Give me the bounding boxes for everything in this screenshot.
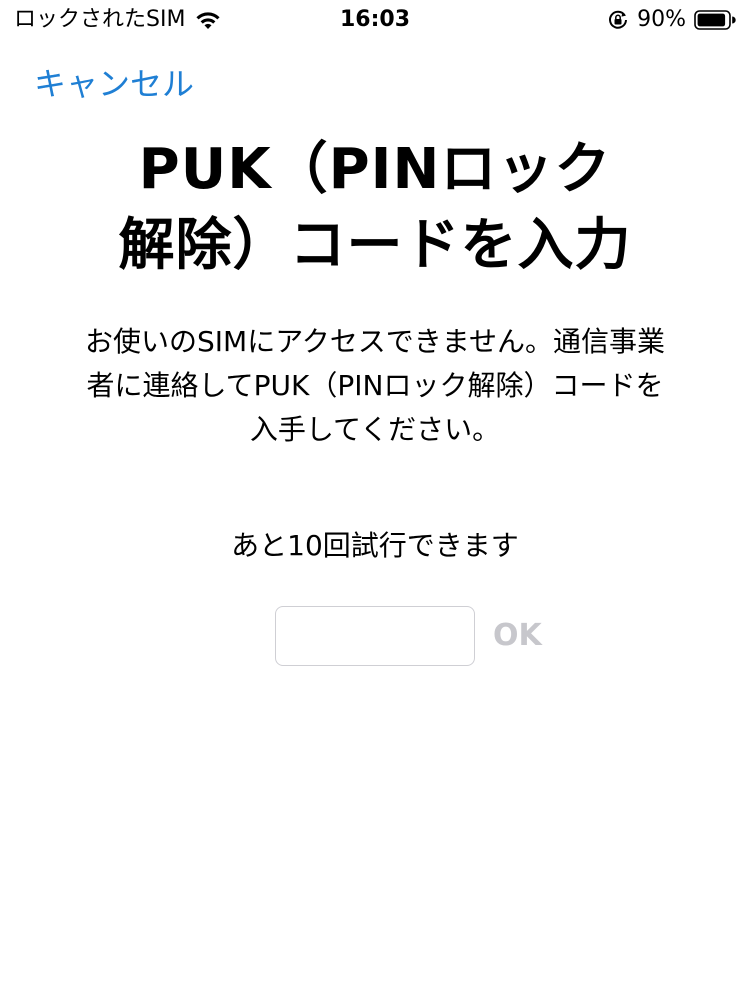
title-line-2: 解除）コードを入力 bbox=[118, 213, 632, 278]
title-line-1: PUK（PINロック bbox=[138, 137, 612, 202]
puk-code-input[interactable] bbox=[275, 606, 475, 666]
battery-percentage: 90% bbox=[637, 7, 686, 32]
description-line-1: お使いのSIMにアクセスできません。通信事業 bbox=[85, 325, 665, 358]
description-line-2: 者に連絡してPUK（PINロック解除）コードを bbox=[86, 369, 664, 402]
cancel-button[interactable]: キャンセル bbox=[34, 64, 194, 104]
description-text: お使いのSIMにアクセスできません。通信事業 者に連絡してPUK（PINロック解… bbox=[52, 320, 698, 452]
battery-icon bbox=[694, 10, 736, 30]
status-bar: ロックされたSIM 16:03 90% bbox=[0, 0, 750, 40]
lock-rotation-icon bbox=[609, 10, 628, 29]
ok-button[interactable]: OK bbox=[493, 614, 542, 658]
page-title: PUK（PINロック 解除）コードを入力 bbox=[60, 132, 690, 284]
attempts-remaining-label: あと10回試行できます bbox=[231, 529, 519, 562]
description-line-3: 入手してください。 bbox=[249, 413, 501, 446]
status-right: 90% bbox=[607, 6, 736, 34]
